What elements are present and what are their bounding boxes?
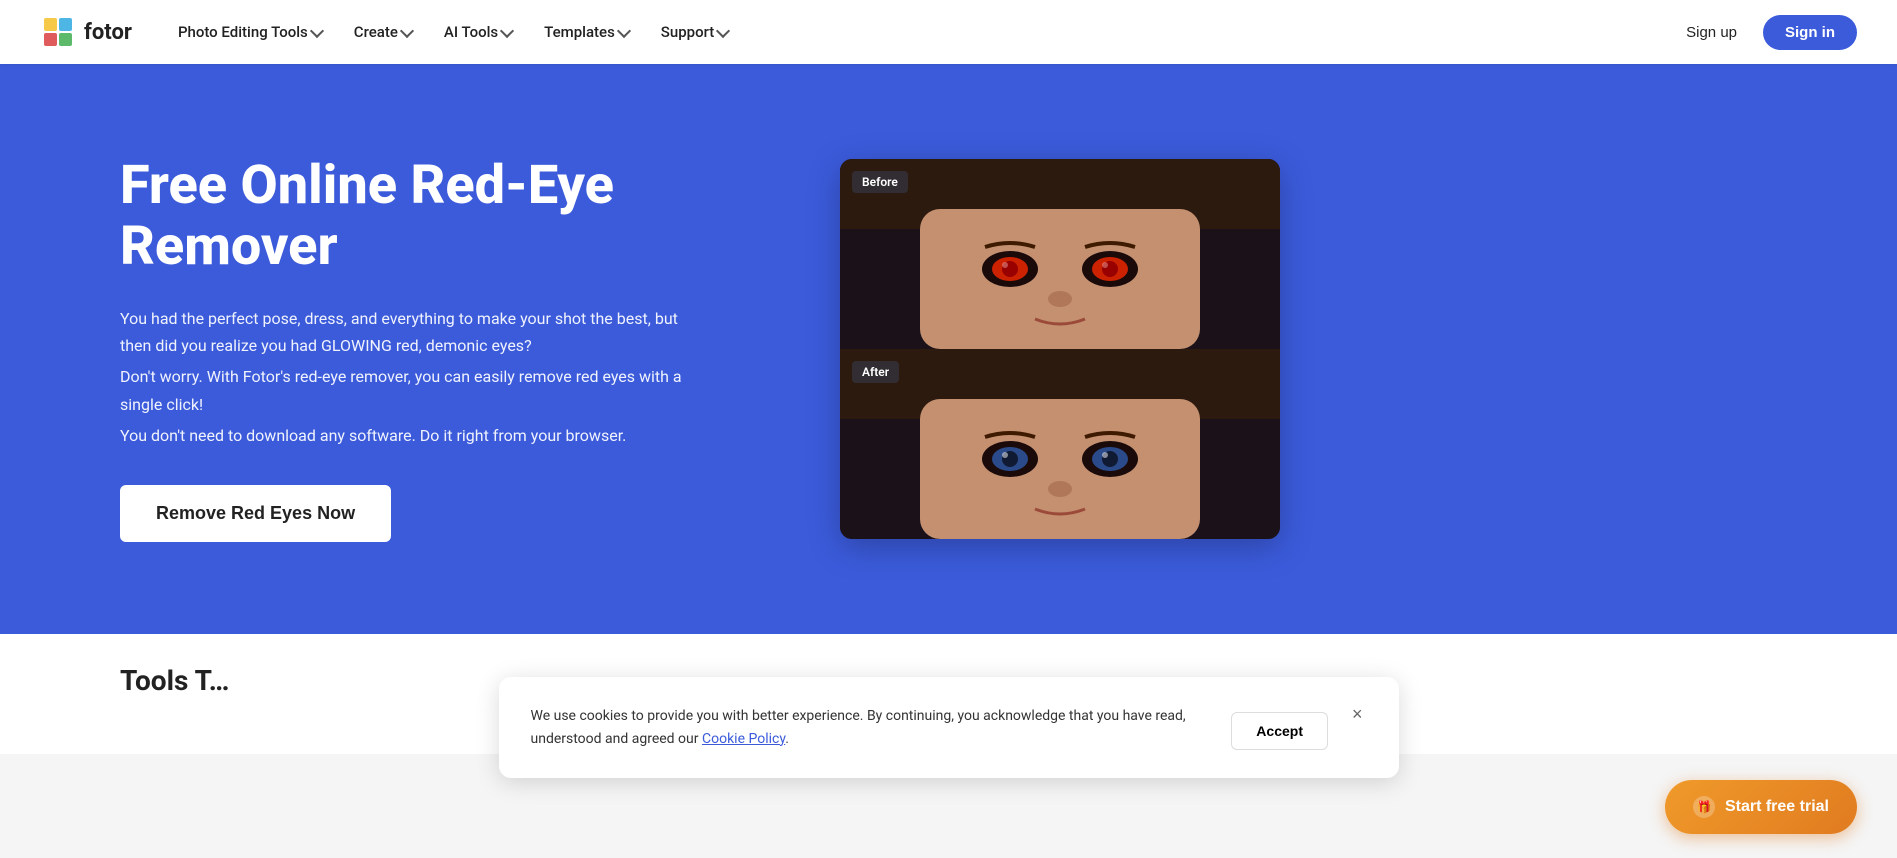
chevron-down-icon xyxy=(400,23,414,37)
nav-support-label: Support xyxy=(661,23,714,41)
hero-content: Free Online Red-Eye Remover You had the … xyxy=(120,156,800,542)
main-nav: fotor Photo Editing Tools Create AI Tool… xyxy=(0,0,1897,64)
nav-item-ai-tools[interactable]: AI Tools xyxy=(430,15,526,49)
chevron-down-icon xyxy=(617,23,631,37)
hero-description: You had the perfect pose, dress, and eve… xyxy=(120,305,700,449)
hero-title: Free Online Red-Eye Remover xyxy=(120,156,800,277)
nav-templates-label: Templates xyxy=(544,23,615,41)
before-after-image: Before xyxy=(840,159,1280,539)
signup-button[interactable]: Sign up xyxy=(1672,16,1751,49)
nav-create-label: Create xyxy=(354,23,398,41)
trial-icon: 🎁 xyxy=(1693,796,1715,818)
cookie-banner: We use cookies to provide you with bette… xyxy=(499,677,1399,778)
cookie-link-suffix: . xyxy=(785,731,789,747)
cookie-close-button[interactable]: × xyxy=(1348,705,1367,723)
remove-red-eyes-button[interactable]: Remove Red Eyes Now xyxy=(120,485,391,542)
hero-desc-2: Don't worry. With Fotor's red-eye remove… xyxy=(120,363,700,417)
start-free-trial-button[interactable]: 🎁 Start free trial xyxy=(1665,780,1857,834)
nav-auth: Sign up Sign in xyxy=(1672,15,1857,50)
before-image-panel: Before xyxy=(840,159,1280,349)
hero-desc-3: You don't need to download any software.… xyxy=(120,422,700,449)
hero-desc-1: You had the perfect pose, dress, and eve… xyxy=(120,305,700,359)
nav-item-photo-editing[interactable]: Photo Editing Tools xyxy=(164,15,336,49)
chevron-down-icon xyxy=(310,23,324,37)
nav-item-create[interactable]: Create xyxy=(340,15,426,49)
after-image-panel: After xyxy=(840,349,1280,539)
nav-item-templates[interactable]: Templates xyxy=(530,15,643,49)
brand-name: fotor xyxy=(84,20,132,45)
nav-links: Photo Editing Tools Create AI Tools Temp… xyxy=(164,15,1672,49)
hero-section: Free Online Red-Eye Remover You had the … xyxy=(0,64,1897,634)
cookie-message: We use cookies to provide you with bette… xyxy=(531,708,1186,746)
chevron-down-icon xyxy=(500,23,514,37)
nav-photo-editing-label: Photo Editing Tools xyxy=(178,23,308,41)
after-badge: After xyxy=(852,361,899,383)
cookie-accept-button[interactable]: Accept xyxy=(1231,712,1328,750)
chevron-down-icon xyxy=(716,23,730,37)
signin-button[interactable]: Sign in xyxy=(1763,15,1857,50)
cookie-policy-link[interactable]: Cookie Policy xyxy=(702,731,785,747)
after-face-image xyxy=(840,349,1280,539)
fotor-logo-icon xyxy=(40,14,76,50)
nav-item-support[interactable]: Support xyxy=(647,15,742,49)
before-badge: Before xyxy=(852,171,908,193)
nav-ai-tools-label: AI Tools xyxy=(444,23,498,41)
logo-link[interactable]: fotor xyxy=(40,14,132,50)
trial-label: Start free trial xyxy=(1725,798,1829,816)
cookie-text: We use cookies to provide you with bette… xyxy=(531,705,1212,750)
